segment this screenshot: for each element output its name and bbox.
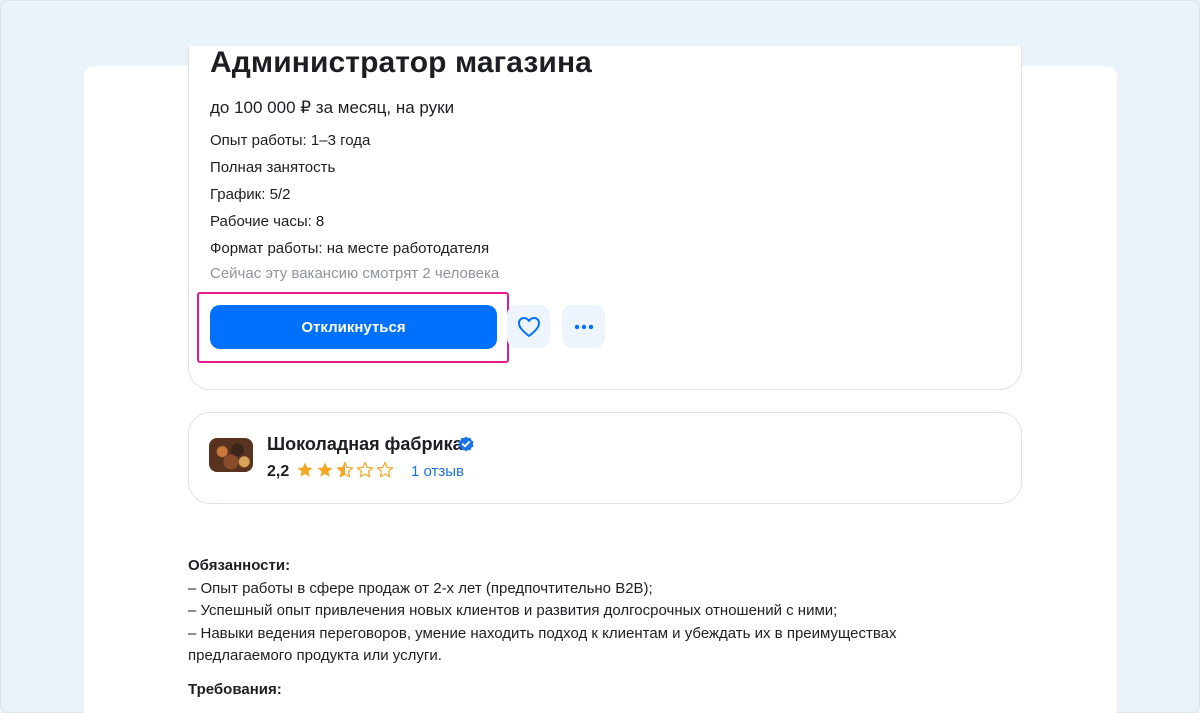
vacancy-page: Администратор магазина до 100 000 ₽ за м… <box>84 46 1117 713</box>
more-dots-icon <box>574 324 593 329</box>
star-full-icon <box>297 462 313 477</box>
vacancy-title: Администратор магазина <box>210 46 592 79</box>
verified-badge-icon <box>458 436 474 452</box>
star-full-icon <box>317 462 333 477</box>
requirements-heading: Требования: <box>188 680 282 698</box>
apply-button[interactable]: Откликнуться <box>210 305 497 349</box>
company-logo[interactable] <box>209 438 253 472</box>
salary: до 100 000 ₽ за месяц, на руки <box>210 98 455 117</box>
more-options-button[interactable] <box>562 305 605 348</box>
duty-item: – Навыки ведения переговоров, умение нах… <box>188 624 897 665</box>
rating-value: 2,2 <box>267 463 290 480</box>
employment-type: Полная занятость <box>210 159 336 176</box>
favorite-button[interactable] <box>507 305 550 348</box>
working-hours: Рабочие часы: 8 <box>210 213 325 230</box>
company-name[interactable]: Шоколадная фабрика <box>267 434 463 455</box>
star-empty-icon <box>356 461 374 478</box>
reviews-link[interactable]: 1 отзыв <box>411 463 464 480</box>
company-card[interactable]: Шоколадная фабрика 2,2 1 отзыв <box>188 412 1022 504</box>
heart-icon <box>517 316 540 337</box>
schedule: График: 5/2 <box>210 186 291 203</box>
duty-item: – Опыт работы в сфере продаж от 2-х лет … <box>188 579 653 597</box>
duty-item: – Успешный опыт привлечения новых клиент… <box>188 602 838 619</box>
star-half-icon <box>336 461 354 478</box>
duties-heading: Обязанности: <box>188 557 291 574</box>
rating-stars <box>296 461 394 479</box>
star-empty-icon <box>376 461 394 478</box>
vacancy-description: Обязанности: – Опыт работы в сфере прода… <box>188 555 988 701</box>
experience: Опыт работы: 1–3 года <box>210 132 371 149</box>
vacancy-card: Администратор магазина до 100 000 ₽ за м… <box>188 46 1022 390</box>
watchers-count: Сейчас эту вакансию смотрят 2 человека <box>210 265 500 282</box>
work-format: Формат работы: на месте работодателя <box>210 240 490 257</box>
